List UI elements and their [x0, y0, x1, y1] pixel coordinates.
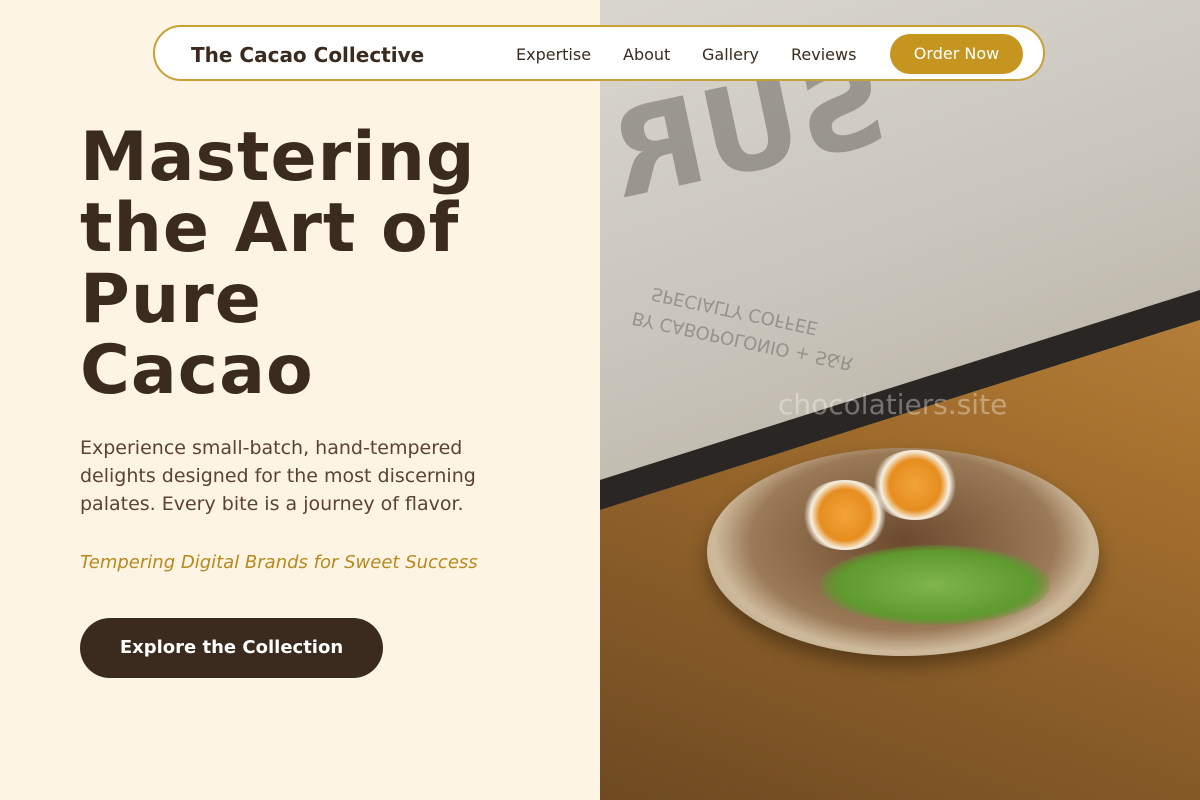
explore-collection-button[interactable]: Explore the Collection	[80, 618, 383, 678]
nav-link-about[interactable]: About	[623, 45, 670, 64]
hero-title-line: Mastering	[80, 118, 476, 197]
egg-yolk	[870, 450, 960, 520]
brand-logo[interactable]: The Cacao Collective	[191, 43, 424, 67]
hero-description: Experience small-batch, hand-tempered de…	[80, 437, 476, 515]
salad-greens	[820, 545, 1050, 625]
nav-link-gallery[interactable]: Gallery	[702, 45, 759, 64]
hero-title-line: Cacao	[80, 331, 314, 410]
watermark-text: chocolatiers.site	[778, 388, 1008, 421]
hero-title-line: Pure	[80, 260, 262, 339]
nav-link-expertise[interactable]: Expertise	[516, 45, 591, 64]
hero-tagline: Tempering Digital Brands for Sweet Succe…	[80, 552, 478, 573]
hero-title: Mastering the Art of Pure Cacao	[80, 122, 580, 406]
top-navigation: The Cacao Collective Expertise About Gal…	[153, 25, 1045, 81]
nav-link-reviews[interactable]: Reviews	[791, 45, 856, 64]
order-now-button[interactable]: Order Now	[890, 34, 1023, 74]
hero-title-line: the Art of	[80, 189, 460, 268]
